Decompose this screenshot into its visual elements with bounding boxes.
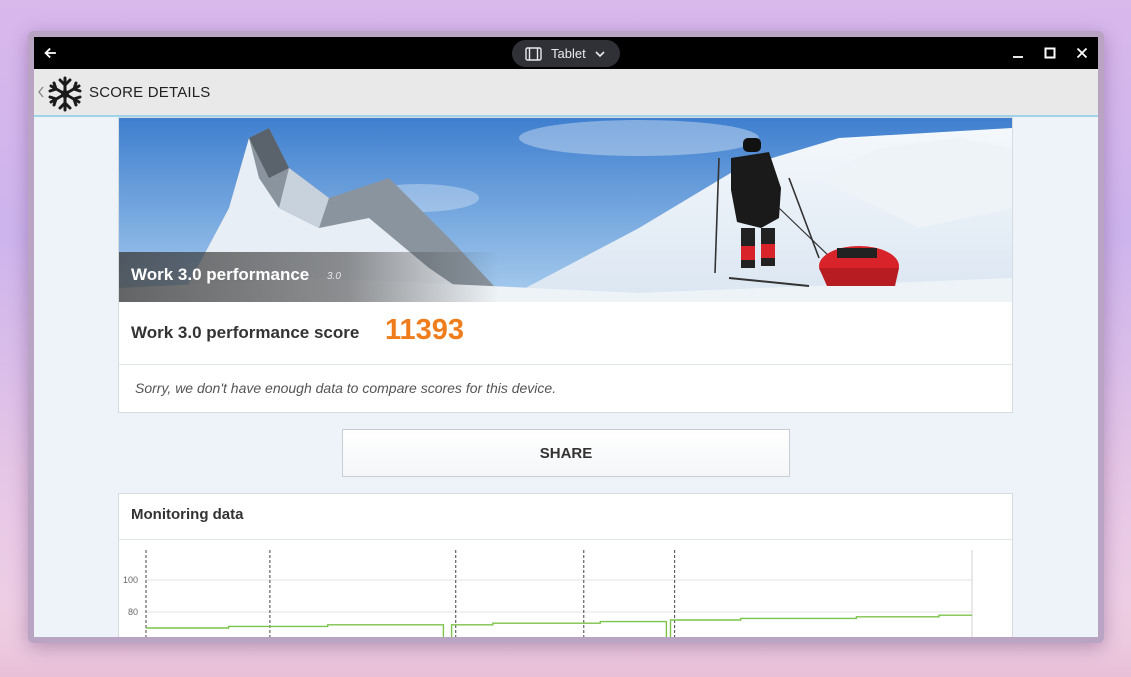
- score-label: Work 3.0 performance score: [131, 323, 360, 342]
- monitoring-title: Monitoring data: [131, 506, 244, 523]
- share-button[interactable]: SHARE: [342, 429, 790, 477]
- tablet-icon: [525, 46, 542, 61]
- monitoring-header: Monitoring data: [119, 494, 1012, 540]
- title-bar: Tablet: [34, 37, 1098, 69]
- maximize-icon[interactable]: [1042, 45, 1058, 61]
- snowflake-logo-icon[interactable]: [46, 75, 84, 113]
- window-mode-dropdown[interactable]: Tablet: [512, 40, 620, 67]
- close-icon[interactable]: [1074, 45, 1090, 61]
- hero-version: 3.0: [327, 271, 341, 282]
- monitoring-card: Monitoring data 1008060: [118, 493, 1013, 637]
- up-caret-icon[interactable]: [37, 84, 45, 100]
- window-content: Tablet SCORE DETAILS Work 3.0 performanc…: [34, 37, 1098, 637]
- compare-note: Sorry, we don't have enough data to comp…: [135, 380, 557, 396]
- monitoring-chart: 1008060: [123, 550, 973, 637]
- app-window: Tablet SCORE DETAILS Work 3.0 performanc…: [28, 31, 1104, 643]
- app-bar: SCORE DETAILS: [34, 69, 1098, 117]
- red-sled: [819, 246, 899, 286]
- y-tick-label: 100: [123, 575, 138, 585]
- score-value: 11393: [385, 314, 465, 346]
- scroll-content[interactable]: Work 3.0 performance 3.0 Work 3.0 perfor…: [34, 117, 1098, 637]
- window-mode-label: Tablet: [551, 46, 586, 61]
- hero-title: Work 3.0 performance: [131, 265, 310, 284]
- score-row: Work 3.0 performance score 11393: [119, 302, 1012, 365]
- y-tick-label: 80: [128, 607, 138, 617]
- back-arrow-icon[interactable]: [42, 45, 58, 61]
- minimize-icon[interactable]: [1010, 45, 1026, 61]
- chevron-down-icon: [595, 50, 605, 57]
- page-title: SCORE DETAILS: [89, 84, 211, 101]
- chart-series-line: [146, 614, 972, 637]
- result-card: Work 3.0 performance 3.0 Work 3.0 perfor…: [118, 117, 1013, 413]
